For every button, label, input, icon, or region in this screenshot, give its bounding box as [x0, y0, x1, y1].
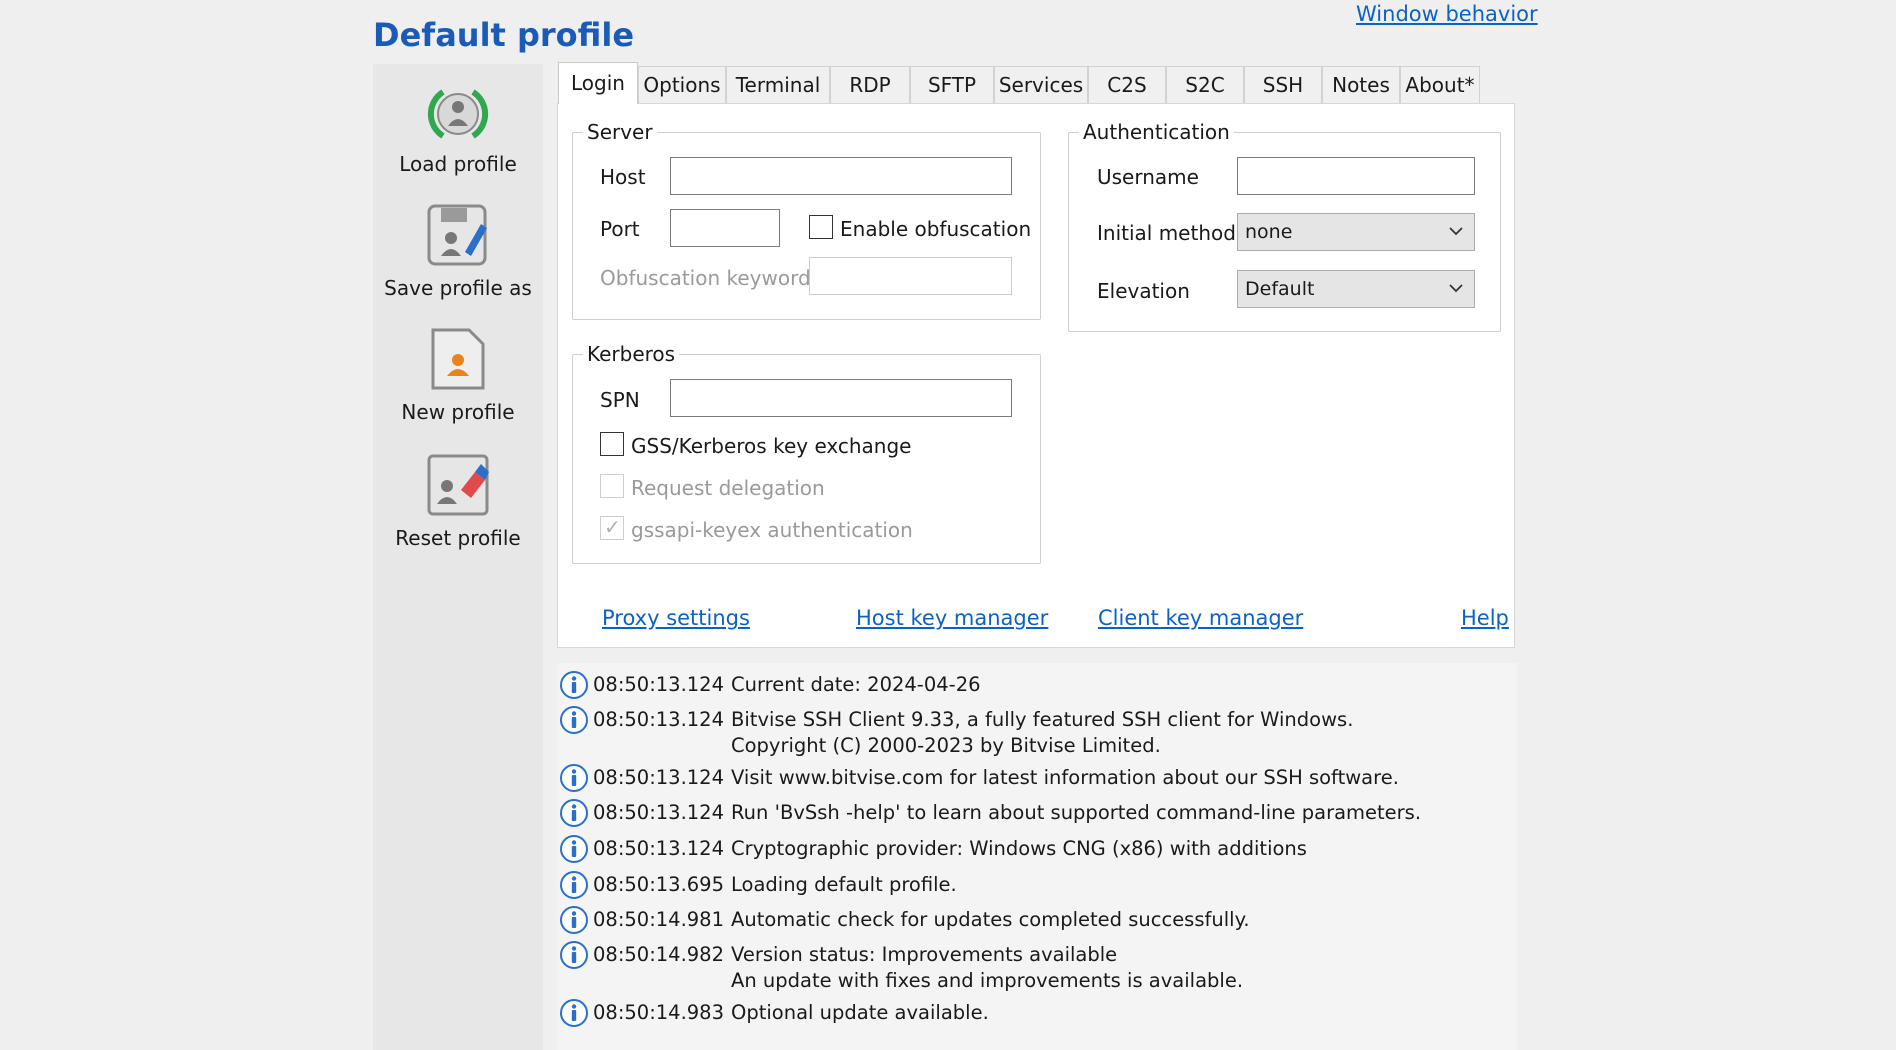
log-timestamp: 08:50:13.124 — [593, 837, 724, 860]
host-input[interactable] — [670, 157, 1012, 195]
tab-s2c[interactable]: S2C — [1166, 66, 1244, 103]
request-delegation-checkbox[interactable] — [600, 474, 624, 498]
reset-profile-label: Reset profile — [395, 526, 521, 550]
info-icon — [559, 998, 589, 1033]
save-profile-as-button[interactable]: Save profile as — [373, 202, 543, 300]
page-title: Default profile — [373, 16, 635, 54]
info-icon — [559, 798, 589, 833]
log-message-continued: An update with fixes and improvements is… — [731, 969, 1244, 992]
log-timestamp: 08:50:14.983 — [593, 1001, 724, 1024]
elevation-select[interactable]: Default — [1237, 270, 1475, 308]
log-message: Current date: 2024-04-26 — [731, 673, 981, 696]
save-profile-as-label: Save profile as — [384, 276, 532, 300]
tab-sftp[interactable]: SFTP — [910, 66, 994, 103]
tab-services[interactable]: Services — [994, 66, 1088, 103]
window-behavior-link[interactable]: Window behavior — [1356, 2, 1538, 26]
chevron-down-icon — [1448, 214, 1464, 262]
gss-kerberos-checkbox[interactable] — [600, 432, 624, 456]
log-timestamp: 08:50:13.124 — [593, 708, 724, 731]
obfuscation-keyword-input[interactable] — [809, 257, 1012, 295]
request-delegation-label: Request delegation — [631, 476, 825, 500]
chevron-down-icon — [1448, 271, 1464, 319]
log-timestamp: 08:50:13.124 — [593, 766, 724, 789]
info-icon — [559, 834, 589, 869]
spn-label: SPN — [600, 388, 640, 412]
enable-obfuscation-label: Enable obfuscation — [840, 217, 1032, 241]
help-link[interactable]: Help — [1461, 606, 1509, 630]
tab-login[interactable]: Login — [558, 62, 638, 104]
server-legend: Server — [587, 120, 653, 144]
log-message-continued: Copyright (C) 2000-2023 by Bitvise Limit… — [731, 734, 1161, 757]
gss-kerberos-label: GSS/Kerberos key exchange — [631, 434, 912, 458]
initial-method-select[interactable]: none — [1237, 213, 1475, 251]
new-profile-label: New profile — [401, 400, 515, 424]
log-timestamp: 08:50:13.695 — [593, 873, 724, 896]
login-panel: Server Host Port Enable obfuscation Obfu… — [557, 103, 1515, 648]
enable-obfuscation-checkbox[interactable] — [809, 215, 833, 239]
load-profile-icon — [427, 89, 489, 139]
load-profile-label: Load profile — [399, 152, 517, 176]
username-input[interactable] — [1237, 157, 1475, 195]
info-icon — [559, 763, 589, 798]
tab-terminal[interactable]: Terminal — [726, 66, 830, 103]
log-message: Bitvise SSH Client 9.33, a fully feature… — [731, 708, 1354, 731]
obfuscation-keyword-label: Obfuscation keyword — [600, 266, 811, 290]
log-timestamp: 08:50:14.981 — [593, 908, 724, 931]
log-message: Version status: Improvements available — [731, 943, 1118, 966]
tab-rdp[interactable]: RDP — [830, 66, 910, 103]
tab-options[interactable]: Options — [638, 66, 726, 103]
port-input[interactable] — [670, 209, 780, 247]
load-profile-button[interactable]: Load profile — [373, 84, 543, 176]
info-icon — [559, 905, 589, 940]
gssapi-keyex-label: gssapi-keyex authentication — [631, 518, 913, 542]
tab-c2s[interactable]: C2S — [1088, 66, 1166, 103]
info-icon — [559, 670, 589, 705]
log-message: Loading default profile. — [731, 873, 957, 896]
initial-method-value: none — [1245, 221, 1293, 243]
sidebar: Load profile Save profile as New profile… — [373, 64, 543, 1050]
reset-profile-icon — [427, 454, 489, 516]
log-area[interactable]: 08:50:13.124 Current date: 2024-04-26 08:5… — [557, 663, 1517, 1050]
log-timestamp: 08:50:13.124 — [593, 801, 724, 824]
host-key-manager-link[interactable]: Host key manager — [856, 606, 1048, 630]
tab-ssh[interactable]: SSH — [1244, 66, 1322, 103]
info-icon — [559, 870, 589, 905]
reset-profile-button[interactable]: Reset profile — [373, 452, 543, 550]
log-message: Optional update available. — [731, 1001, 989, 1024]
log-timestamp: 08:50:14.982 — [593, 943, 724, 966]
save-profile-icon — [427, 204, 487, 266]
log-message: Visit www.bitvise.com for latest informa… — [731, 766, 1399, 789]
elevation-value: Default — [1245, 278, 1315, 300]
port-label: Port — [600, 217, 640, 241]
gssapi-keyex-checkbox[interactable]: ✓ — [600, 515, 624, 540]
log-message: Cryptographic provider: Windows CNG (x86… — [731, 837, 1307, 860]
new-profile-icon — [431, 328, 485, 390]
host-label: Host — [600, 165, 646, 189]
tab-about[interactable]: About* — [1400, 66, 1480, 103]
authentication-legend: Authentication — [1083, 120, 1230, 144]
client-key-manager-link[interactable]: Client key manager — [1098, 606, 1303, 630]
log-message: Run 'BvSsh -help' to learn about support… — [731, 801, 1422, 824]
new-profile-button[interactable]: New profile — [373, 326, 543, 424]
info-icon — [559, 705, 589, 740]
checkmark-icon: ✓ — [604, 515, 621, 539]
initial-method-label: Initial method — [1097, 221, 1236, 245]
kerberos-legend: Kerberos — [587, 342, 676, 366]
tab-notes[interactable]: Notes — [1322, 66, 1400, 103]
spn-input[interactable] — [670, 379, 1012, 417]
log-message: Automatic check for updates completed su… — [731, 908, 1250, 931]
elevation-label: Elevation — [1097, 279, 1190, 303]
username-label: Username — [1097, 165, 1199, 189]
log-timestamp: 08:50:13.124 — [593, 673, 724, 696]
info-icon — [559, 940, 589, 975]
proxy-settings-link[interactable]: Proxy settings — [602, 606, 750, 630]
